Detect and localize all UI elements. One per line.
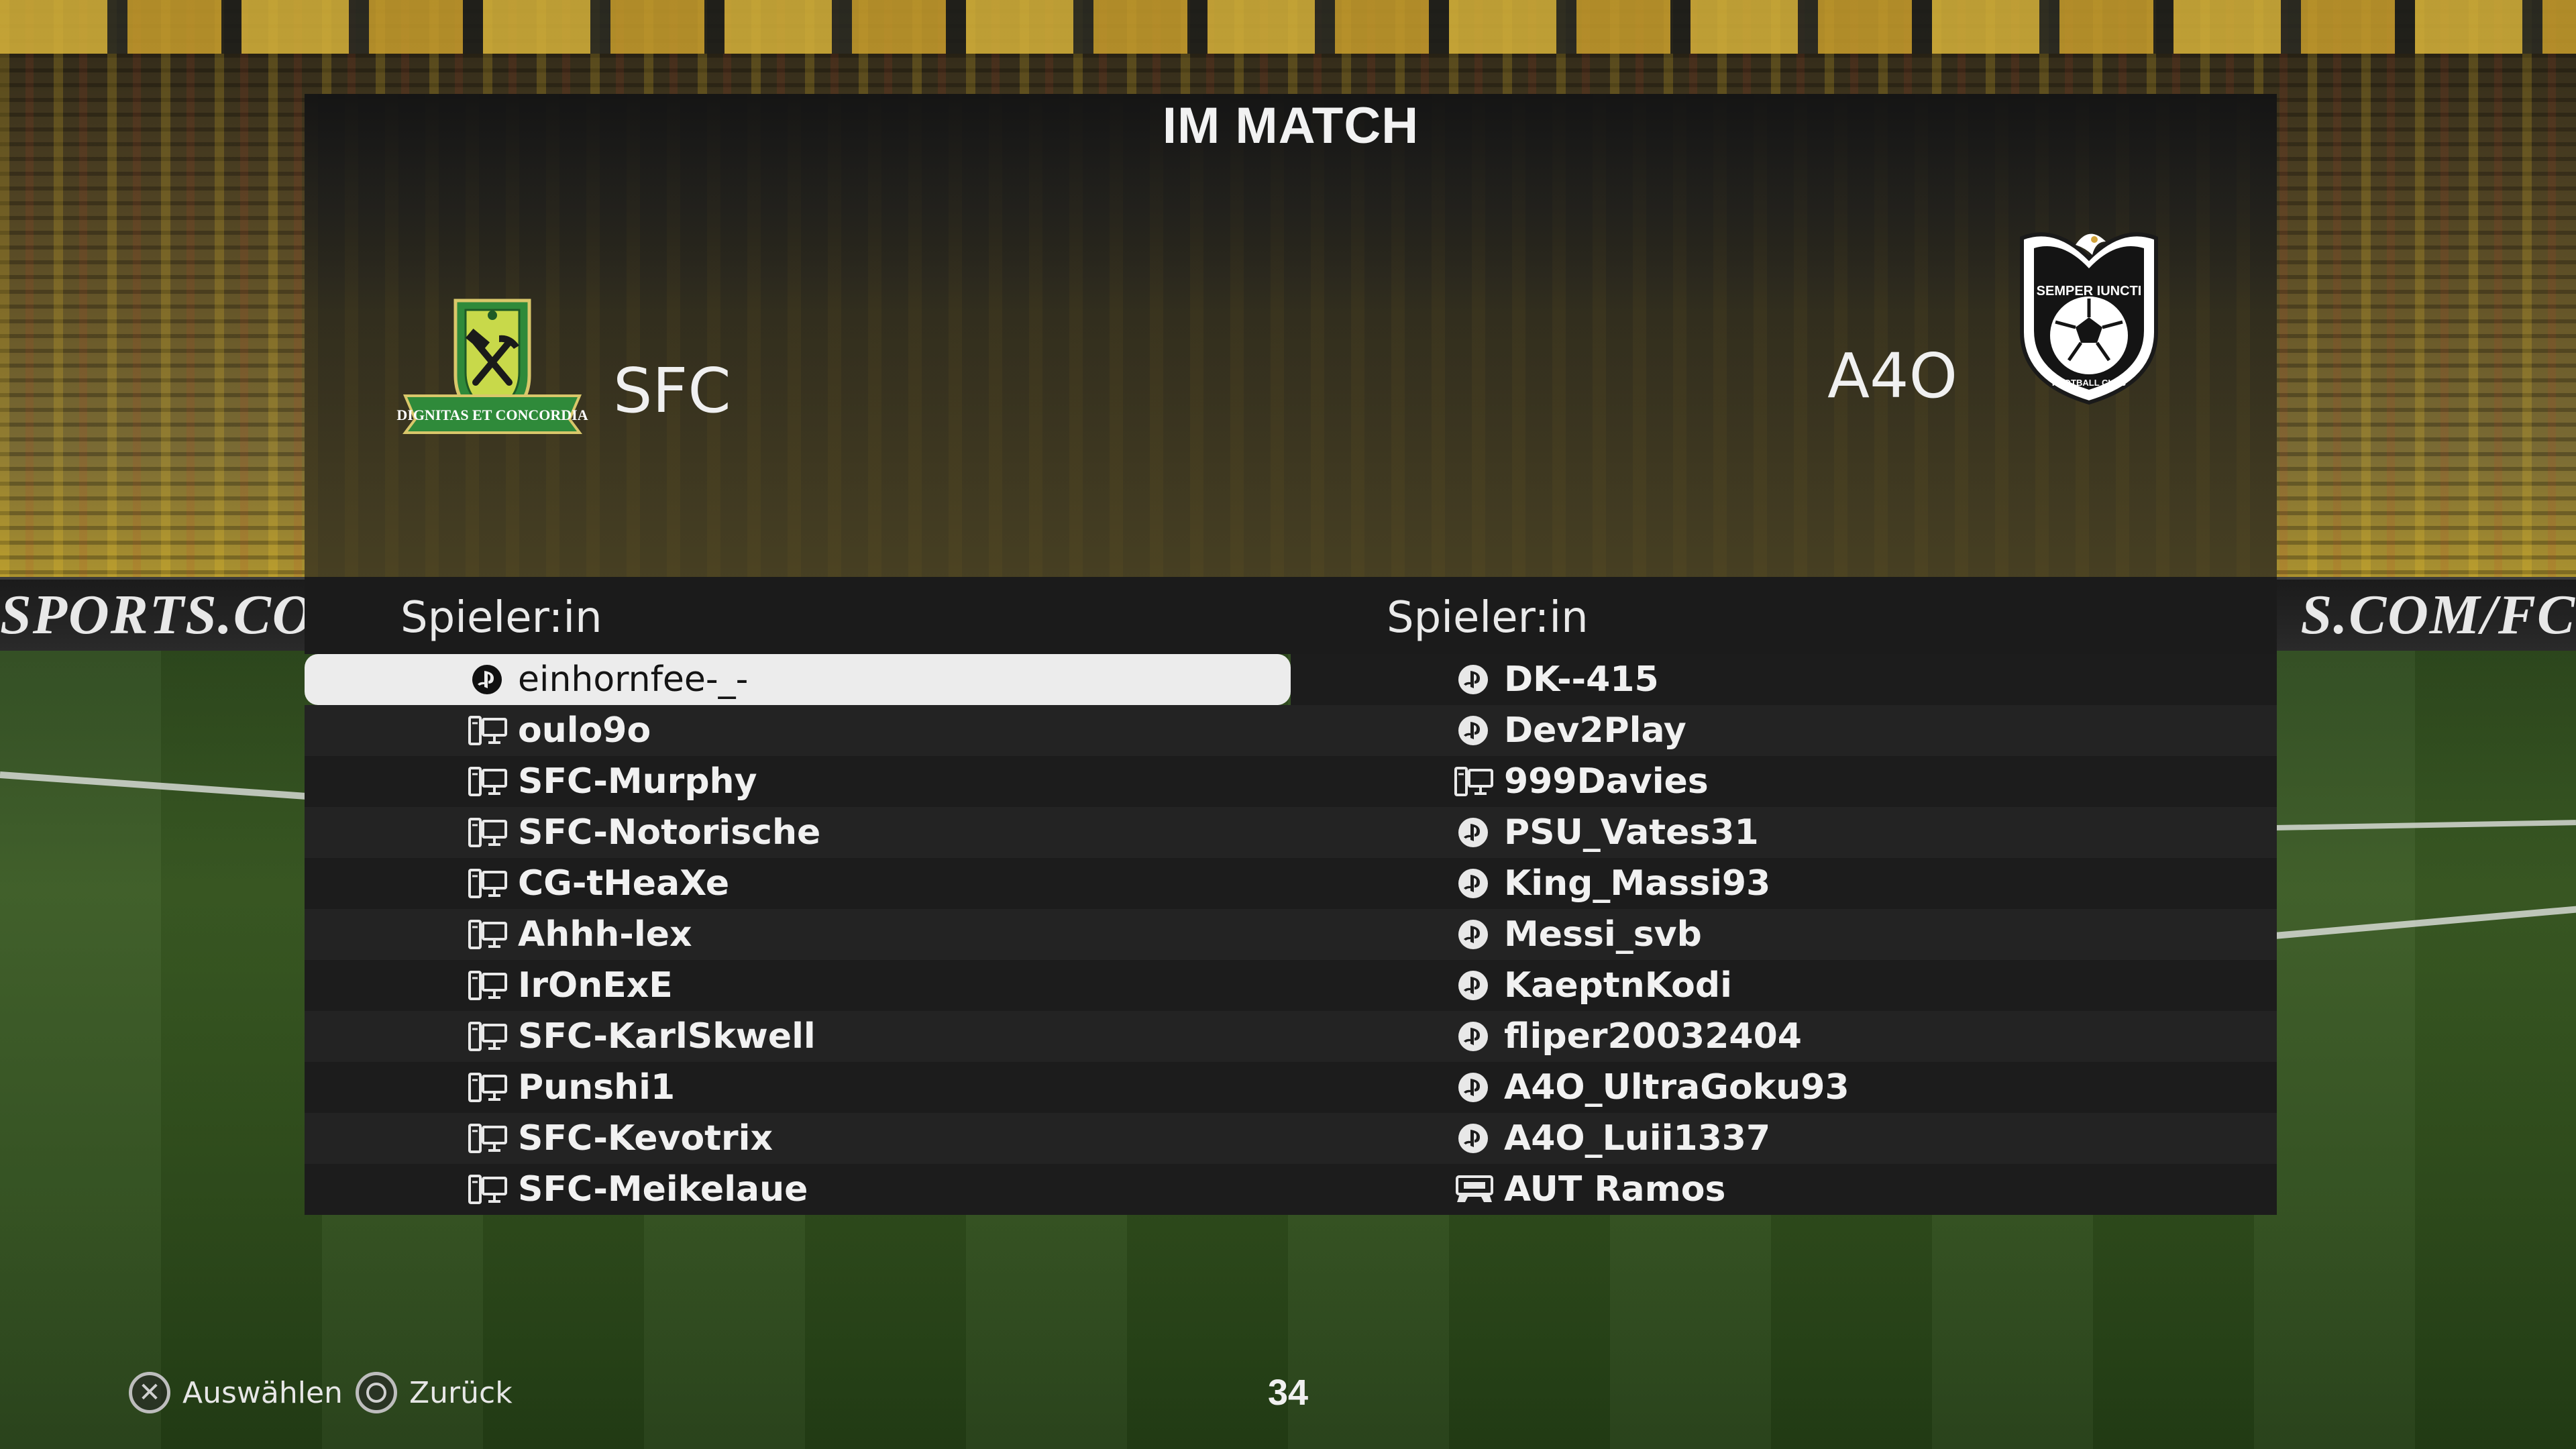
player-name: A4O_Luii1337 (1504, 1118, 1771, 1159)
home-team-name: SFC (613, 355, 731, 427)
circle-button-icon (356, 1372, 397, 1413)
player-name: IrOnExE (518, 965, 673, 1006)
player-row[interactable]: CG-tHeaXe (305, 858, 1291, 909)
player-name: SFC-Murphy (518, 761, 757, 802)
adboard-text-right: S.COM/FC (2300, 584, 2576, 646)
pc-icon (468, 1072, 508, 1103)
player-row[interactable]: einhornfee-_- (305, 654, 1291, 705)
panel-header: IM MATCH DIGNITAS ET CONCORDIA SFC SEMPE… (305, 94, 2277, 577)
stadium-banners (0, 0, 2576, 54)
home-player-list: einhornfee-_- oulo9o SFC-Murphy SFC-Notoris… (305, 654, 1291, 1215)
player-name: King_Massi93 (1504, 863, 1771, 904)
pc-icon (468, 817, 508, 848)
playstation-icon (1454, 1021, 1495, 1052)
a4o-crest-subtitle: FOOTBALL CLUB (2052, 378, 2126, 388)
a4o-crest-motto: SEMPER IUNCTI (2037, 284, 2142, 299)
away-team-name: A4O (1827, 339, 1957, 412)
a4o-crest-icon: SEMPER IUNCTI FOOTBALL CLUB (2015, 218, 2163, 416)
player-name: CG-tHeaXe (518, 863, 730, 904)
playstation-icon (1454, 1072, 1495, 1103)
select-button[interactable]: ✕ Auswählen (129, 1372, 343, 1413)
player-name: DK--415 (1504, 659, 1659, 700)
pc-icon (468, 868, 508, 899)
player-name: Dev2Play (1504, 710, 1686, 751)
player-name: einhornfee-_- (518, 659, 749, 700)
home-team: DIGNITAS ET CONCORDIA SFC (392, 295, 731, 446)
playstation-icon (468, 664, 508, 695)
player-row[interactable]: 999Davies (1291, 756, 2277, 807)
player-row[interactable]: SFC-Meikelaue (305, 1164, 1291, 1215)
column-header-bar: Spieler:in Spieler:in (305, 577, 2277, 654)
playstation-icon (1454, 868, 1495, 899)
player-name: 999Davies (1504, 761, 1709, 802)
player-name: PSU_Vates31 (1504, 812, 1759, 853)
player-count: 34 (1268, 1373, 1309, 1413)
pc-icon (468, 715, 508, 746)
player-row[interactable]: PSU_Vates31 (1291, 807, 2277, 858)
player-row[interactable]: oulo9o (305, 705, 1291, 756)
player-name: fliper20032404 (1504, 1016, 1802, 1057)
column-header-home: Spieler:in (400, 593, 602, 643)
player-name: AUT Ramos (1504, 1169, 1726, 1210)
pc-icon (468, 766, 508, 797)
pc-icon (468, 919, 508, 950)
pc-icon (468, 970, 508, 1001)
player-row[interactable]: IrOnExE (305, 960, 1291, 1011)
player-row[interactable]: SFC-KarlSkwell (305, 1011, 1291, 1062)
player-name: SFC-Meikelaue (518, 1169, 808, 1210)
player-row[interactable]: King_Massi93 (1291, 858, 2277, 909)
player-row[interactable]: Ahhh-lex (305, 909, 1291, 960)
playstation-icon (1454, 919, 1495, 950)
sfc-crest-motto: DIGNITAS ET CONCORDIA (396, 407, 588, 423)
back-button[interactable]: Zurück (356, 1372, 513, 1413)
player-name: SFC-Notorische (518, 812, 821, 853)
match-players-panel: IM MATCH DIGNITAS ET CONCORDIA SFC SEMPE… (305, 94, 2277, 1221)
pc-icon (468, 1174, 508, 1205)
playstation-icon (1454, 817, 1495, 848)
player-name: Ahhh-lex (518, 914, 692, 955)
player-row[interactable]: A4O_UltraGoku93 (1291, 1062, 2277, 1113)
back-button-label: Zurück (409, 1375, 513, 1410)
player-row[interactable]: SFC-Notorische (305, 807, 1291, 858)
player-row[interactable]: AUT Ramos (1291, 1164, 2277, 1215)
player-row[interactable]: Dev2Play (1291, 705, 2277, 756)
player-name: SFC-KarlSkwell (518, 1016, 816, 1057)
player-name: oulo9o (518, 710, 651, 751)
column-header-away: Spieler:in (1387, 593, 1589, 643)
pc-icon (1454, 766, 1495, 797)
player-name: Messi_svb (1504, 914, 1702, 955)
player-row[interactable]: fliper20032404 (1291, 1011, 2277, 1062)
player-name: KaeptnKodi (1504, 965, 1732, 1006)
player-row[interactable]: SFC-Murphy (305, 756, 1291, 807)
sfc-crest-icon: DIGNITAS ET CONCORDIA (392, 295, 593, 446)
player-name: SFC-Kevotrix (518, 1118, 773, 1159)
cpu-icon (1454, 1174, 1495, 1205)
player-name: Punshi1 (518, 1067, 676, 1108)
select-button-label: Auswählen (182, 1375, 343, 1410)
player-row[interactable]: DK--415 (1291, 654, 2277, 705)
playstation-icon (1454, 664, 1495, 695)
player-row[interactable]: KaeptnKodi (1291, 960, 2277, 1011)
pc-icon (468, 1021, 508, 1052)
away-team: SEMPER IUNCTI FOOTBALL CLUB A4O (1827, 232, 2163, 416)
player-row[interactable]: A4O_Luii1337 (1291, 1113, 2277, 1164)
page-title: IM MATCH (1162, 97, 1419, 154)
playstation-icon (1454, 970, 1495, 1001)
player-name: A4O_UltraGoku93 (1504, 1067, 1849, 1108)
player-row[interactable]: Messi_svb (1291, 909, 2277, 960)
player-row[interactable]: SFC-Kevotrix (305, 1113, 1291, 1164)
away-player-list: DK--415 Dev2Play 999Davies PSU_Vates31 King_… (1291, 654, 2277, 1215)
pc-icon (468, 1123, 508, 1154)
playstation-icon (1454, 715, 1495, 746)
playstation-icon (1454, 1123, 1495, 1154)
cross-button-icon: ✕ (129, 1372, 170, 1413)
player-row[interactable]: Punshi1 (305, 1062, 1291, 1113)
